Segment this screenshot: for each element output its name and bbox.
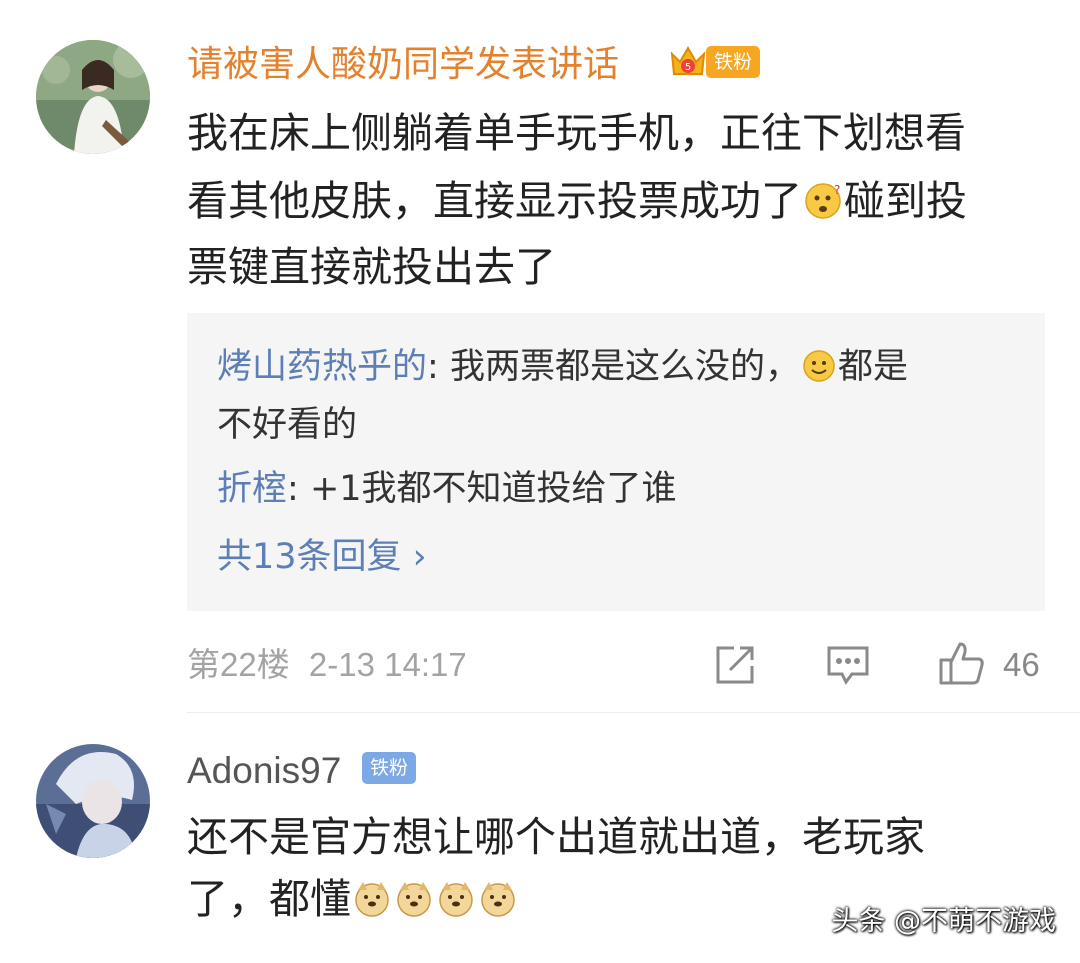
comment-text-segment: 看其他皮肤，直接显示投票成功了 <box>187 177 802 225</box>
reply-username[interactable]: 折榁 <box>217 469 287 509</box>
like-count: 46 <box>1003 646 1040 683</box>
doge-emoji-icon <box>437 873 475 917</box>
smile-face-emoji-icon <box>802 344 836 382</box>
reply-text: 都是 <box>837 347 908 387</box>
reply-box[interactable]: 烤山药热乎的: 我两票都是这么没的， 都是 不好看的 折榁: +1我都不知道投给了… <box>187 313 1045 611</box>
crown-icon: 5 <box>666 40 710 84</box>
doge-emoji-icon <box>395 873 433 917</box>
comment-text-segment: 碰到投 <box>844 177 967 225</box>
reply-item: 烤山药热乎的: 我两票都是这么没的， 都是 <box>217 339 908 395</box>
watermark: 头条 @不萌不游戏 <box>831 906 1056 937</box>
svg-text:5: 5 <box>685 62 691 73</box>
divider <box>187 712 1080 713</box>
svg-text:?: ? <box>834 183 840 197</box>
timestamp: 2-13 14:17 <box>308 646 467 683</box>
avatar[interactable] <box>36 40 150 154</box>
comment-text-segment: 了，都懂 <box>187 875 351 923</box>
comment-text-line: 了，都懂 <box>187 868 519 931</box>
doge-emoji-icon <box>353 873 391 917</box>
comment-text-line: 看其他皮肤，直接显示投票成功了? 碰到投 <box>187 170 967 233</box>
comment-text-line: 我在床上侧躺着单手玩手机，正往下划想看 <box>187 109 966 157</box>
reply-item: 折榁: +1我都不知道投给了谁 <box>217 461 677 517</box>
more-replies-link[interactable]: 共13条回复 › <box>217 529 427 585</box>
comment-meta: 第22楼 2-13 14:17 <box>187 640 467 690</box>
thumbs-up-icon[interactable] <box>938 640 986 690</box>
reply-separator: : <box>287 469 310 509</box>
share-icon[interactable] <box>714 644 756 690</box>
floor-number: 第22楼 <box>187 646 290 683</box>
username[interactable]: Adonis97 <box>187 746 341 796</box>
comment-text-line: 还不是官方想让哪个出道就出道，老玩家 <box>187 813 925 861</box>
username[interactable]: 请被害人酸奶同学发表讲话 <box>187 40 619 90</box>
avatar[interactable] <box>36 744 150 858</box>
comment-icon[interactable] <box>826 644 870 690</box>
doge-emoji-icon <box>479 873 517 917</box>
fan-badge: 铁粉 <box>362 752 417 784</box>
reply-username[interactable]: 烤山药热乎的 <box>217 347 427 387</box>
reply-separator: : <box>427 347 450 387</box>
reply-text-continued: 不好看的 <box>217 405 358 445</box>
reply-text: 我两票都是这么没的， <box>449 347 800 387</box>
comment-text-line: 票键直接就投出去了 <box>187 243 556 291</box>
fan-badge: 铁粉 <box>706 46 761 78</box>
confused-face-emoji-icon: ? <box>804 175 842 219</box>
reply-text: +1我都不知道投给了谁 <box>309 469 677 509</box>
